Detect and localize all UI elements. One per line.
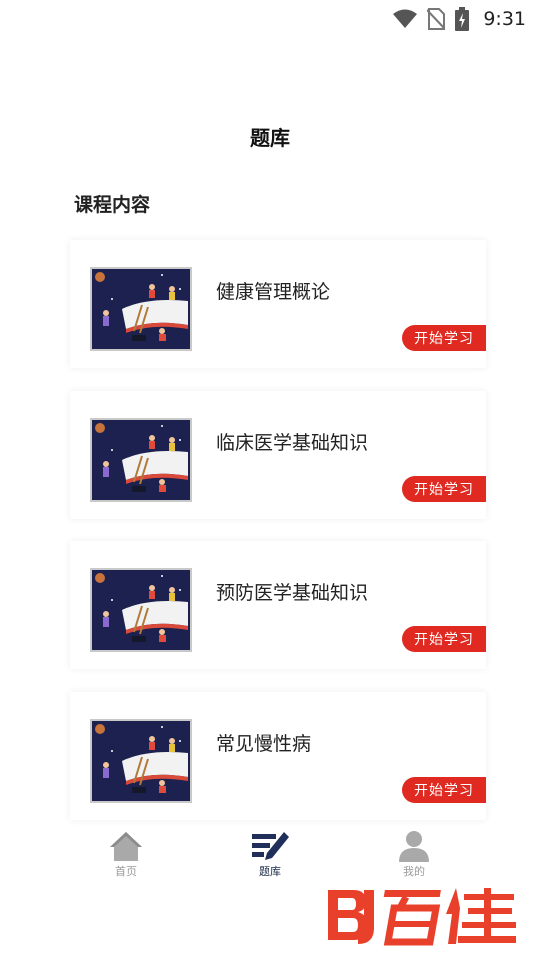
start-learning-button[interactable]: 开始学习 bbox=[402, 325, 486, 351]
watermark-logo bbox=[324, 884, 520, 948]
wifi-icon bbox=[393, 9, 418, 28]
start-learning-button[interactable]: 开始学习 bbox=[402, 777, 486, 803]
course-name: 健康管理概论 bbox=[216, 281, 331, 303]
status-bar: 9:31 bbox=[0, 0, 540, 38]
course-card[interactable]: 预防医学基础知识 开始学习 bbox=[70, 541, 486, 669]
section-title: 课程内容 bbox=[74, 194, 151, 216]
nav-item-home[interactable]: 首页 bbox=[86, 826, 166, 884]
course-name: 临床医学基础知识 bbox=[216, 432, 369, 454]
course-card[interactable]: 临床医学基础知识 开始学习 bbox=[70, 391, 486, 519]
status-icons: 9:31 bbox=[393, 6, 526, 32]
course-thumbnail bbox=[90, 719, 192, 803]
question-bank-icon bbox=[252, 832, 289, 860]
status-time: 9:31 bbox=[483, 8, 526, 30]
user-icon bbox=[399, 831, 429, 862]
course-thumbnail bbox=[90, 568, 192, 652]
course-card[interactable]: 健康管理概论 开始学习 bbox=[70, 240, 486, 368]
course-name: 预防医学基础知识 bbox=[216, 582, 369, 604]
battery-charging-icon bbox=[455, 7, 470, 31]
start-learning-button[interactable]: 开始学习 bbox=[402, 476, 486, 502]
course-card[interactable]: 常见慢性病 开始学习 bbox=[70, 692, 486, 820]
home-icon bbox=[110, 832, 142, 861]
start-learning-button[interactable]: 开始学习 bbox=[402, 626, 486, 652]
nav-item-question-bank[interactable]: 题库 bbox=[230, 826, 310, 884]
course-name: 常见慢性病 bbox=[216, 733, 312, 755]
course-thumbnail bbox=[90, 418, 192, 502]
nav-label-profile: 我的 bbox=[403, 865, 425, 878]
nav-label-home: 首页 bbox=[115, 865, 137, 878]
page-title: 题库 bbox=[250, 126, 290, 150]
course-thumbnail bbox=[90, 267, 192, 351]
bottom-nav: 首页 题库 我的 bbox=[0, 826, 540, 886]
no-sim-icon bbox=[427, 8, 446, 30]
nav-item-profile[interactable]: 我的 bbox=[374, 826, 454, 884]
nav-label-question-bank: 题库 bbox=[259, 865, 281, 878]
